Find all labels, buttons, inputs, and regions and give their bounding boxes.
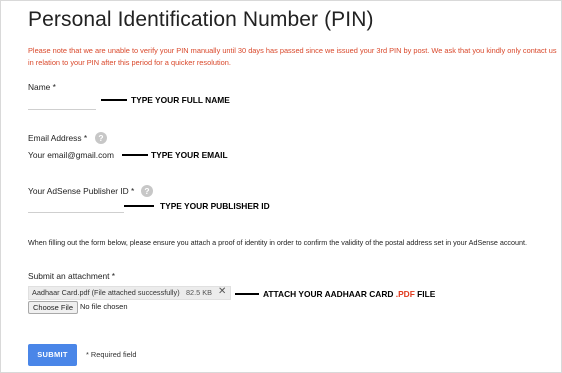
- attached-file-size: 82.5 KB: [186, 288, 212, 297]
- email-annotation: TYPE YOUR EMAIL: [151, 150, 228, 160]
- notice-text: Please note that we are unable to verify…: [28, 46, 557, 67]
- publisher-label: Your AdSense Publisher ID *: [28, 186, 135, 196]
- attach-annotation-ext: .PDF: [395, 289, 415, 299]
- remove-attachment-icon[interactable]: ✕: [218, 286, 226, 298]
- name-input[interactable]: [28, 96, 96, 108]
- publisher-input-underline: [28, 212, 124, 213]
- name-input-underline: [28, 109, 96, 110]
- name-arrow: [101, 99, 127, 101]
- submit-button[interactable]: SUBMIT: [28, 344, 77, 366]
- attach-annotation-suffix: FILE: [414, 289, 436, 299]
- no-file-chosen-text: No file chosen: [80, 302, 128, 311]
- email-arrow: [122, 154, 148, 156]
- publisher-input[interactable]: [28, 200, 124, 212]
- attachment-label: Submit an attachment *: [28, 271, 116, 281]
- email-input[interactable]: Your email@gmail.com: [28, 150, 114, 160]
- email-help-icon[interactable]: ?: [95, 132, 107, 144]
- publisher-annotation: TYPE YOUR PUBLISHER ID: [160, 201, 270, 211]
- publisher-arrow: [124, 205, 154, 207]
- attach-arrow: [235, 293, 259, 295]
- attached-file-name: Aadhaar Card.pdf (File attached successf…: [32, 288, 180, 297]
- email-label: Email Address *: [28, 133, 88, 143]
- required-field-note: * Required field: [86, 350, 137, 359]
- name-label: Name *: [28, 82, 56, 92]
- name-annotation: TYPE YOUR FULL NAME: [131, 95, 230, 105]
- publisher-help-icon[interactable]: ?: [141, 185, 153, 197]
- info-text: When filling out the form below, please …: [28, 238, 528, 247]
- attach-annotation: ATTACH YOUR AADHAAR CARD .PDF FILE: [263, 289, 435, 299]
- page-title: Personal Identification Number (PIN): [28, 8, 374, 31]
- attached-file-chip: Aadhaar Card.pdf (File attached successf…: [28, 286, 231, 300]
- choose-file-button[interactable]: Choose File: [28, 301, 79, 314]
- attach-annotation-prefix: ATTACH YOUR AADHAAR CARD: [263, 289, 396, 299]
